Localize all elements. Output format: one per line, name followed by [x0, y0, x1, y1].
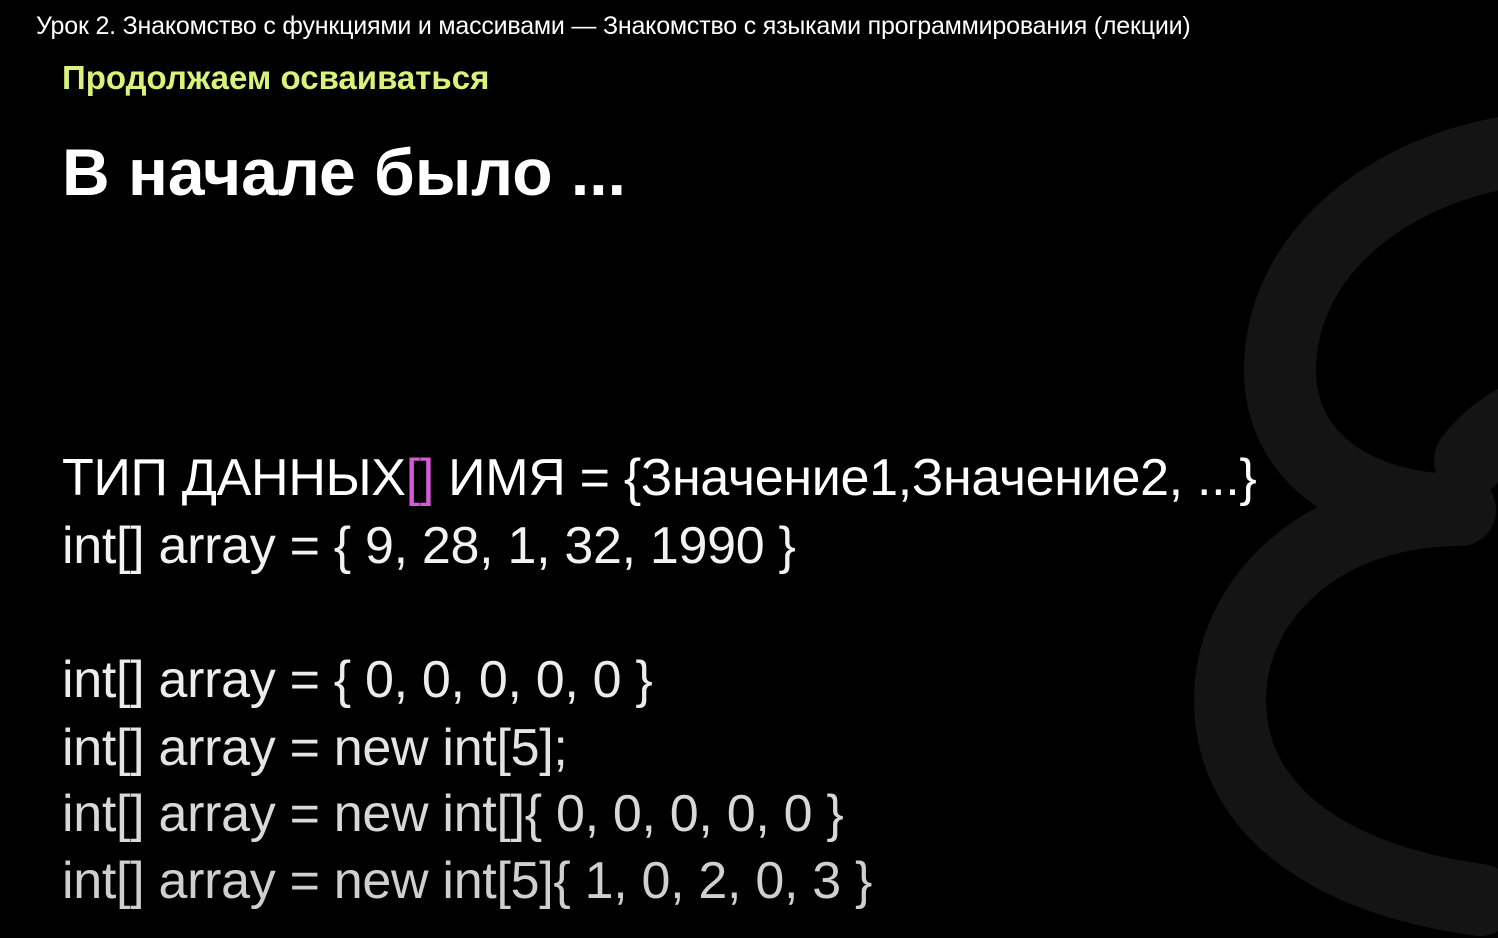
syntax-line: ТИП ДАННЫХ[] ИМЯ = {Значение1,Значение2,… — [62, 446, 1257, 510]
code-line-5: int[] array = new int[5]{ 1, 0, 2, 0, 3 … — [62, 852, 873, 910]
slide-subtitle: Продолжаем осваиваться — [62, 59, 490, 96]
code-line-4: int[] array = new int[]{ 0, 0, 0, 0, 0 } — [62, 785, 844, 843]
code-line-1: int[] array = { 9, 28, 1, 32, 1990 } — [62, 517, 796, 575]
video-title: Урок 2. Знакомство с функциями и массива… — [36, 12, 1191, 40]
syntax-brackets: [] — [405, 449, 435, 507]
code-line-2: int[] array = { 0, 0, 0, 0, 0 } — [62, 651, 653, 709]
code-line-3: int[] array = new int[5]; — [62, 719, 568, 777]
slide-heading: В начале было ... — [62, 135, 626, 209]
syntax-rest: ИМЯ = {Значение1,Значение2, ...} — [433, 449, 1257, 507]
syntax-type: ТИП ДАННЫХ — [62, 449, 406, 507]
